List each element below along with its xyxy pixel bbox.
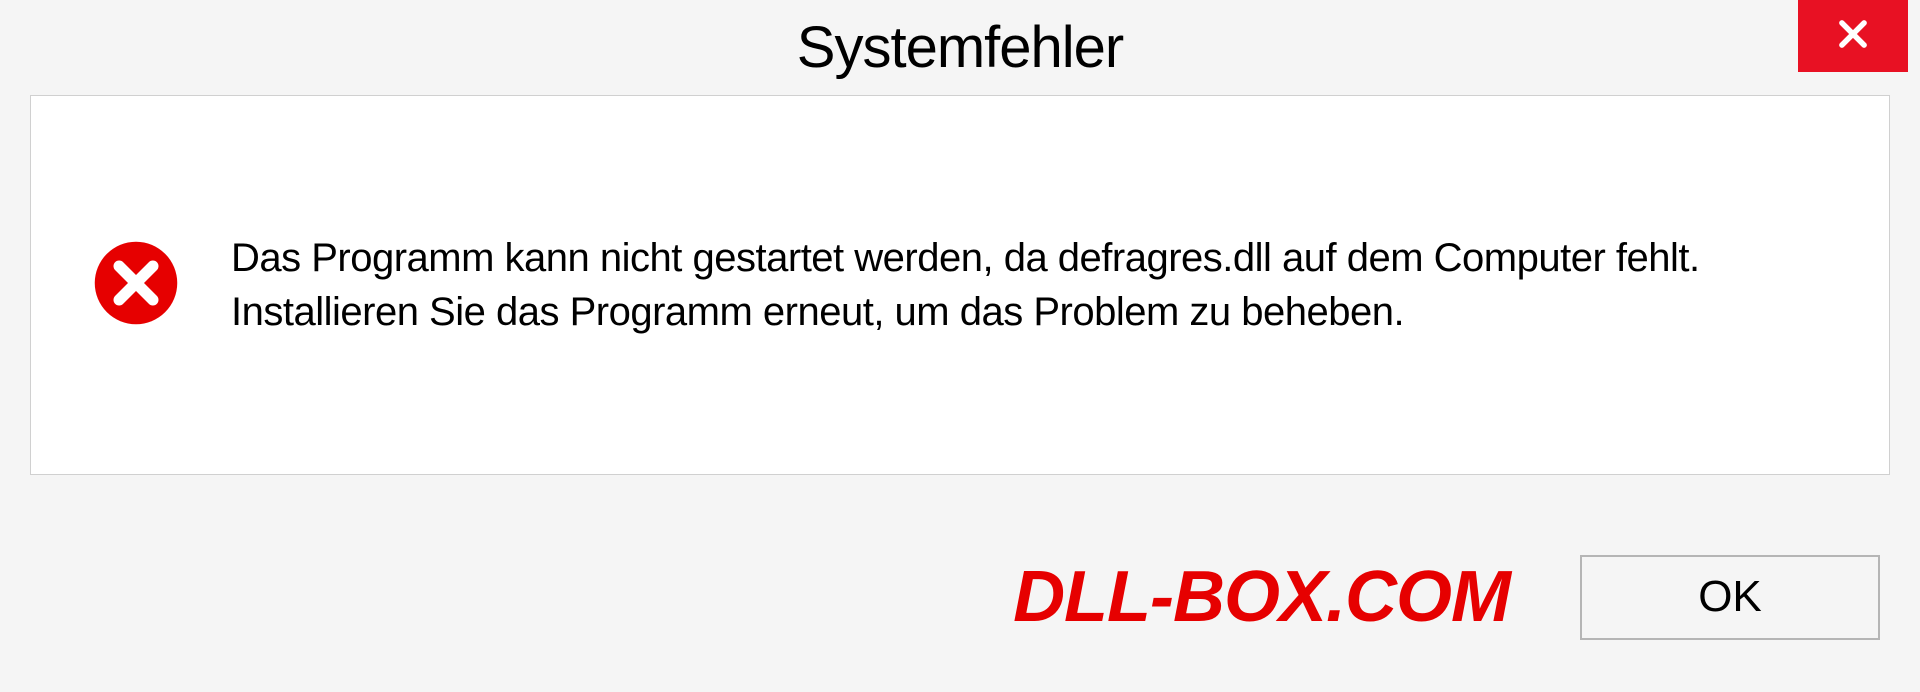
dialog-title: Systemfehler <box>797 14 1123 81</box>
watermark-text: DLL-BOX.COM <box>1013 556 1510 638</box>
close-icon <box>1834 15 1872 58</box>
close-button[interactable] <box>1798 0 1908 72</box>
dialog-footer: DLL-BOX.COM OK <box>0 502 1920 692</box>
message-panel: Das Programm kann nicht gestartet werden… <box>30 95 1890 475</box>
error-message: Das Programm kann nicht gestartet werden… <box>231 231 1829 339</box>
error-icon <box>91 238 181 333</box>
ok-button[interactable]: OK <box>1580 555 1880 640</box>
error-dialog: Systemfehler Das Programm kann nicht ges… <box>0 0 1920 692</box>
ok-button-label: OK <box>1698 572 1762 622</box>
title-bar: Systemfehler <box>0 0 1920 95</box>
